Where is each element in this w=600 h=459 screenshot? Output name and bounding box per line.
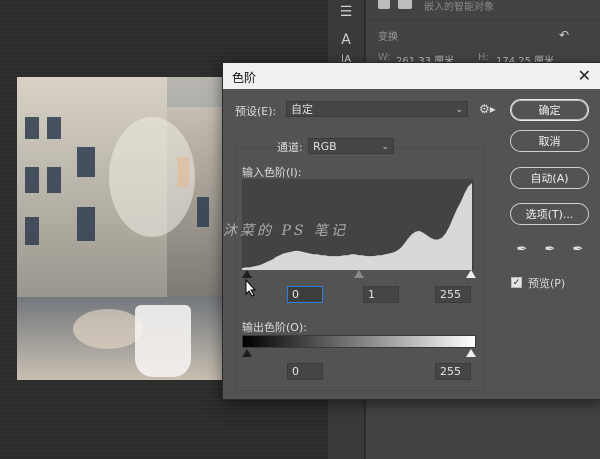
channel-select[interactable]: RGB ⌄	[308, 138, 394, 154]
input-gamma-field[interactable]: 1	[363, 286, 399, 303]
ok-button[interactable]: 确定	[510, 99, 589, 121]
options-button[interactable]: 选项(T)...	[510, 203, 589, 225]
output-black-slider[interactable]	[242, 349, 252, 357]
chevron-down-icon: ⌄	[455, 105, 463, 115]
input-black-slider[interactable]	[242, 270, 252, 278]
reset-icon[interactable]: ↶	[556, 27, 572, 43]
dialog-titlebar[interactable]: 色阶 ✕	[223, 63, 600, 89]
paragraph-icon[interactable]: A	[338, 32, 354, 48]
window-shape	[47, 117, 61, 139]
watermark-text: 沐菜的 PS 笔记	[223, 223, 348, 239]
preset-value: 自定	[291, 103, 313, 116]
transform-label: 变换	[378, 32, 398, 43]
chevron-down-icon: ⌄	[381, 142, 389, 152]
input-white-slider[interactable]	[466, 270, 476, 278]
document-image	[17, 77, 223, 380]
preview-label: 预览(P)	[528, 277, 566, 290]
window-shape	[25, 167, 39, 193]
embedded-smart-object-label: 嵌入的智能对象	[424, 2, 494, 13]
cancel-button[interactable]: 取消	[510, 130, 589, 152]
output-black-field[interactable]: 0	[287, 363, 323, 380]
input-gamma-slider[interactable]	[354, 270, 364, 278]
ghost-figure	[109, 117, 195, 237]
hand-shape	[73, 309, 143, 349]
dialog-title: 色阶	[232, 71, 257, 85]
cup-shape	[135, 305, 191, 377]
input-white-field[interactable]: 255	[435, 286, 471, 303]
window-shape	[25, 217, 39, 245]
channel-label: 通道:	[277, 141, 303, 154]
window-shape	[77, 207, 95, 241]
output-white-field[interactable]: 255	[435, 363, 471, 380]
preset-label: 预设(E):	[235, 105, 277, 118]
input-levels-label: 输入色阶(I):	[242, 166, 302, 179]
adjust-sliders-icon[interactable]: ☰	[338, 4, 354, 20]
camera-icon	[398, 0, 412, 9]
window-shape	[25, 117, 39, 139]
layer-icon	[378, 0, 390, 9]
mouse-cursor-icon	[245, 279, 257, 297]
window-shape	[77, 147, 95, 177]
output-levels-label: 输出色阶(O):	[242, 321, 307, 334]
auto-button[interactable]: 自动(A)	[510, 167, 589, 189]
gray-eyedropper-icon[interactable]: ✒	[543, 243, 557, 257]
preset-select[interactable]: 自定 ⌄	[286, 101, 468, 117]
window-shape	[47, 167, 61, 193]
preview-checkbox[interactable]: ✓	[511, 277, 522, 288]
gear-icon[interactable]: ⚙▸	[479, 102, 496, 116]
output-white-slider[interactable]	[466, 349, 476, 357]
levels-dialog: 色阶 ✕ 预设(E): 自定 ⌄ ⚙▸ 确定 取消 自动(A) 选项(T)...…	[222, 62, 600, 400]
black-eyedropper-icon[interactable]: ✒	[515, 243, 529, 257]
channel-value: RGB	[313, 140, 337, 153]
output-gradient-bar	[242, 335, 476, 348]
divider	[366, 20, 600, 21]
window-shape	[197, 197, 209, 227]
input-black-field[interactable]: 0	[287, 286, 323, 303]
close-icon[interactable]: ✕	[578, 66, 591, 85]
white-eyedropper-icon[interactable]: ✒	[571, 243, 585, 257]
